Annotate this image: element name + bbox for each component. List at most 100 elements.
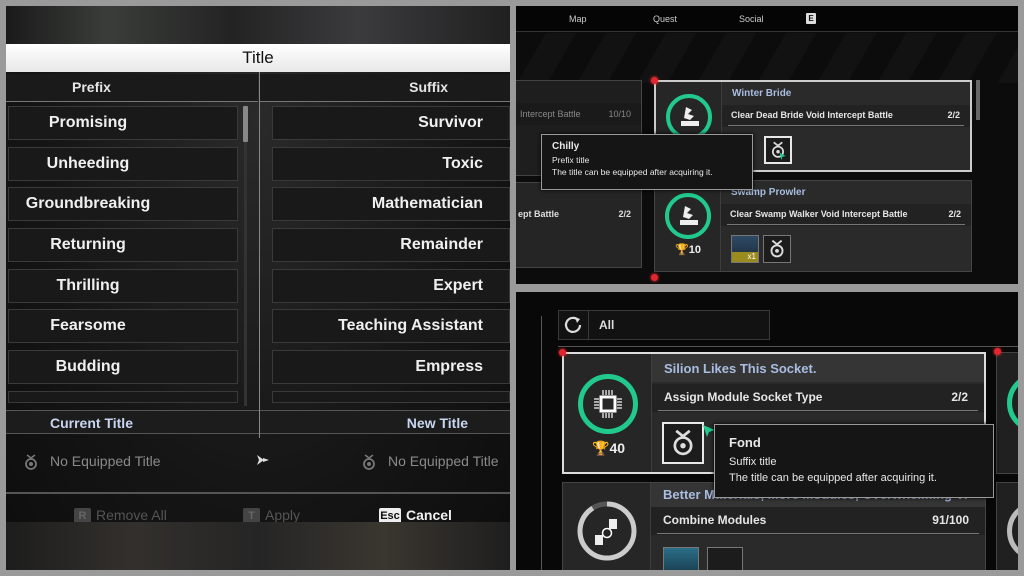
prefix-list: Promising Unheeding Groundbreaking Retur… (8, 106, 238, 410)
scrollbar-thumb[interactable] (243, 106, 248, 142)
column-divider (259, 72, 260, 438)
challenge-card-partial[interactable] (996, 482, 1018, 570)
tooltip-desc: The title can be equipped after acquirin… (729, 472, 937, 484)
item-reward-slot[interactable] (663, 547, 699, 570)
separator (558, 346, 1018, 347)
prefix-item[interactable]: Unheeding (8, 146, 238, 181)
prefix-item[interactable]: Groundbreaking (8, 187, 238, 222)
suffix-item[interactable]: Teaching Assistant (272, 309, 510, 344)
alert-dot (559, 349, 566, 356)
challenges-panel-bottom: All 🏆40 Silion Likes This Socket. Assign… (516, 292, 1018, 570)
trophy-icon: 🏆 (675, 244, 689, 256)
tooltip-type: Prefix title (552, 155, 590, 165)
tooltip-title: Chilly (552, 141, 580, 152)
task-label: Intercept Battle (520, 109, 581, 119)
current-title-value: No Equipped Title (50, 453, 161, 469)
dialog-title: Title (6, 44, 510, 72)
current-title-display: No Equipped Title (24, 446, 161, 476)
nav-social[interactable]: Social (739, 14, 764, 24)
filter-label: All (599, 318, 615, 332)
task-label: Clear Dead Bride Void Intercept Battle (731, 110, 893, 120)
medal-icon (363, 454, 375, 471)
task-label: ept Battle (518, 209, 560, 219)
tooltip-desc: The title can be equipped after acquirin… (552, 167, 713, 177)
item-quantity: x1 (732, 252, 758, 262)
alert-dot (651, 77, 658, 84)
prefix-item-partial[interactable] (8, 390, 238, 403)
prefix-item[interactable]: Promising (8, 106, 238, 140)
suffix-item[interactable]: Toxic (272, 146, 510, 181)
boss-icon (681, 107, 699, 126)
task-count: 2/2 (618, 209, 631, 219)
suffix-item-partial[interactable] (272, 390, 510, 403)
background-blur (6, 522, 510, 570)
suffix-item[interactable]: Remainder (272, 228, 510, 263)
task-count: 91/100 (932, 513, 969, 527)
key-hint-e: E (806, 13, 816, 24)
suffix-list: Survivor Toxic Mathematician Remainder E… (272, 106, 510, 410)
medal-icon (25, 454, 37, 471)
trophy-points: 40 (609, 440, 626, 456)
arrow-right-icon (257, 455, 269, 465)
refresh-icon (564, 316, 582, 333)
cancel-label: Cancel (406, 507, 452, 523)
title-reward-slot[interactable] (662, 422, 704, 464)
suffix-item[interactable]: Empress (272, 350, 510, 385)
medal-icon (772, 141, 786, 161)
medal-icon (770, 239, 784, 258)
tooltip-chilly: Chilly Prefix title The title can be equ… (541, 134, 753, 190)
nav-quest[interactable]: Quest (653, 14, 677, 24)
chip-icon (594, 390, 622, 418)
prefix-scrollbar[interactable] (243, 106, 248, 406)
scrollbar-thumb[interactable] (976, 80, 980, 120)
task-count: 10/10 (608, 109, 631, 119)
tooltip-fond: Fond Suffix title The title can be equip… (714, 424, 994, 498)
medal-icon (673, 429, 693, 456)
divider (541, 316, 542, 570)
background-blur (6, 6, 510, 46)
card-title: Winter Bride (732, 88, 792, 99)
task-label: Combine Modules (663, 513, 767, 527)
challenges-panel-top: Map Quest Social E Intercept Battle 10/1… (516, 6, 1018, 284)
task-count: 2/2 (947, 110, 960, 120)
nav-map[interactable]: Map (569, 14, 587, 24)
apply-label: Apply (265, 507, 301, 523)
prefix-item[interactable]: Budding (8, 350, 238, 385)
task-count: 2/2 (951, 390, 968, 404)
challenge-card-partial[interactable] (994, 348, 1018, 474)
title-reward-slot[interactable] (764, 136, 792, 164)
task-label: Assign Module Socket Type (664, 390, 823, 404)
new-title-header: New Title (260, 410, 510, 434)
current-title-header: Current Title (6, 410, 259, 434)
item-reward-slot[interactable]: x1 (731, 235, 759, 263)
new-title-value: No Equipped Title (388, 453, 499, 469)
alert-dot (651, 274, 658, 281)
suffix-item[interactable]: Mathematician (272, 187, 510, 222)
task-count: 2/2 (948, 209, 961, 219)
suffix-item[interactable]: Expert (272, 268, 510, 303)
title-reward-slot[interactable] (707, 547, 743, 570)
challenge-card-partial[interactable]: ept Battle 2/2 (516, 182, 642, 268)
challenge-card-swamp-prowler[interactable]: 🏆10 Swamp Prowler Clear Swamp Walker Voi… (654, 180, 972, 272)
separator (6, 492, 510, 494)
progress-ring (577, 501, 637, 561)
new-title-display: No Equipped Title (362, 446, 499, 476)
prefix-header: Prefix (6, 74, 258, 102)
suffix-header: Suffix (260, 74, 510, 102)
suffix-item[interactable]: Survivor (272, 106, 510, 140)
title-reward-slot[interactable] (763, 235, 791, 263)
remove-all-label: Remove All (96, 507, 167, 523)
prefix-item[interactable]: Returning (8, 228, 238, 263)
title-dialog: Title Prefix Suffix Promising Unheeding … (6, 6, 510, 570)
boss-icon (680, 206, 698, 225)
prefix-item[interactable]: Thrilling (8, 268, 238, 303)
trophy-icon: 🏆 (592, 440, 610, 456)
tooltip-title: Fond (729, 435, 761, 450)
prefix-item[interactable]: Fearsome (8, 309, 238, 344)
filter-dropdown[interactable]: All (558, 310, 770, 340)
trophy-points: 10 (688, 244, 701, 256)
tooltip-type: Suffix title (729, 456, 777, 468)
refresh-button[interactable] (559, 311, 589, 339)
alert-dot (994, 348, 1001, 355)
triangle-pattern (516, 33, 1018, 83)
